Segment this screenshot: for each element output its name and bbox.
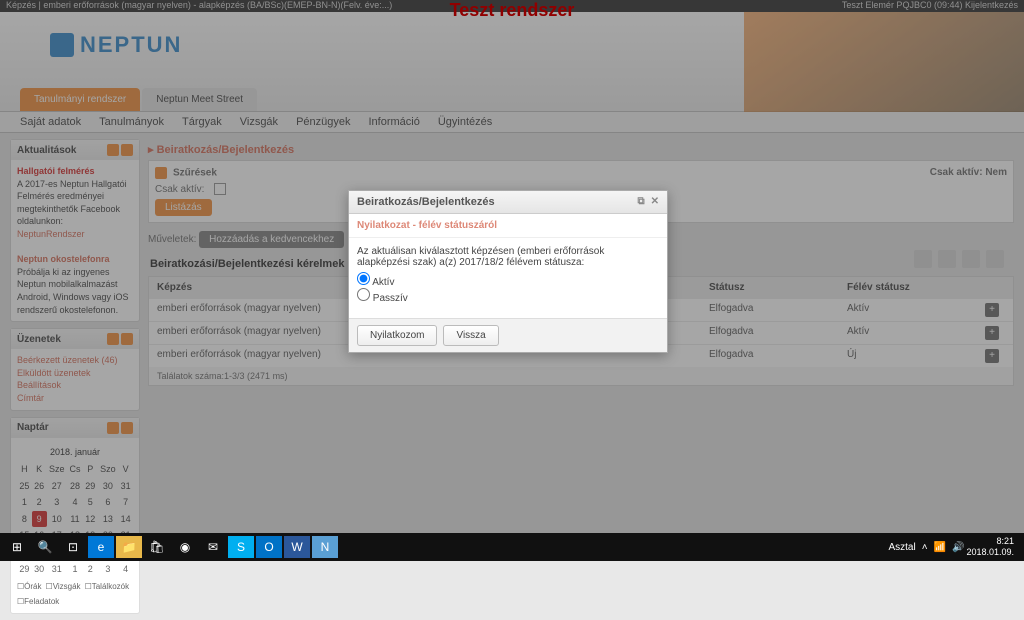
sound-icon[interactable]: 🔊 xyxy=(952,542,964,553)
clock[interactable]: 8:21 2018.01.09. xyxy=(966,536,1020,558)
declare-button[interactable]: Nyilatkozom xyxy=(357,325,437,346)
modal-title: Beiratkozás/Bejelentkezés xyxy=(357,196,495,208)
tray-up-icon[interactable]: ˄ xyxy=(922,542,928,553)
enrollment-modal: Beiratkozás/Bejelentkezés ⧉ ✕ Nyilatkoza… xyxy=(348,190,668,353)
mail-icon[interactable]: ✉ xyxy=(200,536,226,558)
system-tray[interactable]: Asztal ˄ 📶 🔊 xyxy=(888,542,964,553)
popout-icon[interactable]: ⧉ xyxy=(637,196,644,208)
radio-active[interactable]: Aktív xyxy=(357,272,659,288)
outlook-icon[interactable]: O xyxy=(256,536,282,558)
start-icon[interactable]: ⊞ xyxy=(4,536,30,558)
radio-passive[interactable]: Passzív xyxy=(357,288,659,304)
modal-subtitle: Nyilatkozat - félév státuszáról xyxy=(349,214,667,238)
edge-icon[interactable]: e xyxy=(88,536,114,558)
chrome-icon[interactable]: ◉ xyxy=(172,536,198,558)
explorer-icon[interactable]: 📁 xyxy=(116,536,142,558)
taskview-icon[interactable]: ⊡ xyxy=(60,536,86,558)
network-icon[interactable]: 📶 xyxy=(934,542,946,553)
back-button[interactable]: Vissza xyxy=(443,325,498,346)
skype-icon[interactable]: S xyxy=(228,536,254,558)
neptun-icon[interactable]: N xyxy=(312,536,338,558)
modal-text: Az aktuálisan kiválasztott képzésen (emb… xyxy=(357,246,659,268)
search-icon[interactable]: 🔍 xyxy=(32,536,58,558)
close-icon[interactable]: ✕ xyxy=(651,196,659,208)
store-icon[interactable]: 🛍 xyxy=(144,536,170,558)
word-icon[interactable]: W xyxy=(284,536,310,558)
windows-taskbar[interactable]: ⊞ 🔍 ⊡ e 📁 🛍 ◉ ✉ S O W N Asztal ˄ 📶 🔊 8:2… xyxy=(0,533,1024,561)
